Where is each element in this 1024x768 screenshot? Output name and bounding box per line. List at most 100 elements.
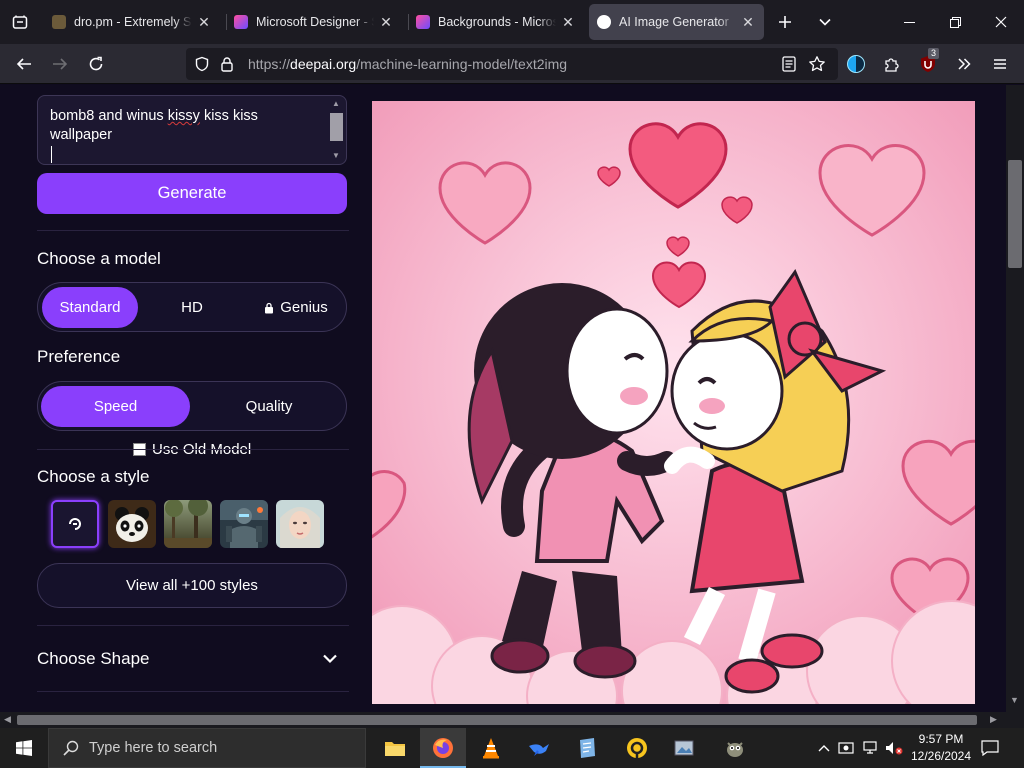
taskbar-vlc[interactable] xyxy=(468,728,514,768)
camtasia-icon xyxy=(627,738,647,758)
close-window-button[interactable] xyxy=(978,0,1024,44)
page-horizontal-scrollbar[interactable]: ◀ ▶ xyxy=(0,712,1024,728)
hamburger-menu-icon xyxy=(994,59,1006,69)
new-tab-button[interactable] xyxy=(771,8,799,36)
tab-dro-pm[interactable]: dro.pm - Extremely Sh ✕ xyxy=(44,4,220,40)
tab-close-icon[interactable]: ✕ xyxy=(196,14,212,31)
prompt-text-before: bomb8 and winus xyxy=(50,108,168,124)
choose-model-heading: Choose a model xyxy=(37,249,161,268)
prompt-scrollbar[interactable]: ▲ ▼ xyxy=(328,97,345,163)
navigation-toolbar: https://deepai.org/machine-learning-mode… xyxy=(0,44,1024,84)
forward-button[interactable] xyxy=(46,50,74,78)
taskbar-file-explorer[interactable] xyxy=(372,728,418,768)
taskbar-gimp[interactable] xyxy=(712,728,758,768)
style-thumb-panda[interactable] xyxy=(108,500,156,548)
taskbar-clock[interactable]: 9:57 PM 12/26/2024 xyxy=(908,731,974,765)
taskbar-search-box[interactable]: Type here to search xyxy=(48,728,366,768)
eagle-icon xyxy=(529,744,549,756)
notification-center-icon[interactable] xyxy=(980,738,1000,758)
app-menu-button[interactable] xyxy=(986,50,1014,78)
page-vertical-scrollbar[interactable]: ▼ xyxy=(1006,85,1024,712)
back-button[interactable] xyxy=(10,50,38,78)
windows-logo-icon xyxy=(16,740,32,756)
view-all-styles-button[interactable]: View all +100 styles xyxy=(37,563,347,608)
tab-title: Backgrounds - Microso xyxy=(438,15,556,29)
model-option-standard[interactable]: Standard xyxy=(42,287,138,328)
taskbar-firefox[interactable] xyxy=(420,728,466,768)
vertical-scroll-thumb[interactable] xyxy=(1008,160,1022,268)
start-button[interactable] xyxy=(0,728,48,768)
ublock-origin-button[interactable]: 3 xyxy=(914,48,942,78)
gimp-icon xyxy=(727,742,743,757)
model-option-hd[interactable]: HD xyxy=(142,287,242,328)
tab-title: Microsoft Designer - St xyxy=(256,15,374,29)
lock-icon[interactable] xyxy=(220,56,234,77)
url-text[interactable]: https://deepai.org/machine-learning-mode… xyxy=(248,56,567,72)
style-thumb-soldier[interactable] xyxy=(220,500,268,548)
tray-volume-muted-icon[interactable] xyxy=(884,738,904,758)
scroll-up-arrow-icon[interactable]: ▲ xyxy=(332,99,340,108)
url-host: deepai.org xyxy=(290,56,357,72)
search-placeholder: Type here to search xyxy=(89,740,218,756)
model-option-genius[interactable]: Genius xyxy=(248,287,344,328)
tab-backgrounds[interactable]: Backgrounds - Microso ✕ xyxy=(408,4,584,40)
tab-close-icon[interactable]: ✕ xyxy=(740,14,756,31)
text-caret xyxy=(51,146,52,163)
preference-selector: Speed Quality xyxy=(37,381,347,431)
minimize-icon xyxy=(903,21,915,23)
generate-button[interactable]: Generate xyxy=(37,173,347,214)
search-icon xyxy=(63,740,79,756)
tab-close-icon[interactable]: ✕ xyxy=(560,14,576,31)
tray-overflow-chevron-icon[interactable] xyxy=(814,738,834,758)
divider xyxy=(37,449,349,450)
reload-button[interactable] xyxy=(82,50,110,78)
tray-security-icon[interactable] xyxy=(836,738,856,758)
list-all-tabs-button[interactable] xyxy=(811,8,839,36)
bookmark-star-icon[interactable] xyxy=(808,55,826,78)
restore-button[interactable] xyxy=(932,0,978,44)
tab-microsoft-designer[interactable]: Microsoft Designer - St ✕ xyxy=(226,4,402,40)
style-thumb-forest[interactable] xyxy=(164,500,212,548)
folder-icon xyxy=(385,742,405,756)
extensions-button[interactable] xyxy=(878,50,906,78)
generated-image[interactable] xyxy=(372,101,975,704)
minimize-button[interactable] xyxy=(886,0,932,44)
tab-title: dro.pm - Extremely Sh xyxy=(74,15,192,29)
chevron-down-icon[interactable] xyxy=(322,652,338,671)
scroll-left-arrow-icon[interactable]: ◀ xyxy=(4,714,11,725)
preference-option-quality[interactable]: Quality xyxy=(194,386,344,427)
designer-favicon-icon xyxy=(234,15,248,29)
taskbar-eagle-app[interactable] xyxy=(516,728,562,768)
scroll-down-arrow-icon[interactable]: ▼ xyxy=(1010,695,1019,705)
swirl-logo-icon xyxy=(69,518,81,530)
model-selector: Standard HD Genius xyxy=(37,282,347,332)
taskbar-photos-app[interactable] xyxy=(662,728,708,768)
reader-view-icon[interactable] xyxy=(782,56,796,77)
firefox-view-button[interactable] xyxy=(6,8,34,36)
taskbar-camtasia[interactable] xyxy=(614,728,660,768)
prompt-textarea[interactable]: bomb8 and winus kissy kiss kiss wallpape… xyxy=(37,95,347,165)
scroll-right-arrow-icon[interactable]: ▶ xyxy=(990,714,997,725)
horizontal-scroll-thumb[interactable] xyxy=(17,715,977,725)
style-thumb-portrait[interactable] xyxy=(276,500,324,548)
tab-close-icon[interactable]: ✕ xyxy=(378,14,394,31)
preference-option-speed[interactable]: Speed xyxy=(41,386,190,427)
url-bar[interactable]: https://deepai.org/machine-learning-mode… xyxy=(186,48,838,80)
extension-button[interactable] xyxy=(842,50,870,78)
tracking-protection-shield-icon[interactable] xyxy=(194,56,210,77)
tab-ai-image-generator[interactable]: AI Image Generator ✕ xyxy=(589,4,764,40)
tray-network-icon[interactable] xyxy=(860,738,880,758)
more-tools-button[interactable] xyxy=(950,50,978,78)
dro-favicon-icon xyxy=(52,15,66,29)
portrait-image xyxy=(276,500,324,548)
restore-icon xyxy=(949,16,961,28)
style-thumb-default[interactable] xyxy=(51,500,99,548)
scroll-down-arrow-icon[interactable]: ▼ xyxy=(332,151,340,160)
taskbar-notepad-app[interactable] xyxy=(564,728,610,768)
prompt-scroll-thumb[interactable] xyxy=(330,113,343,141)
firefox-icon xyxy=(433,738,453,758)
photos-icon xyxy=(674,740,694,756)
forest-image xyxy=(164,500,212,548)
choose-shape-heading[interactable]: Choose Shape xyxy=(37,649,149,669)
tab-title: AI Image Generator xyxy=(619,15,729,29)
